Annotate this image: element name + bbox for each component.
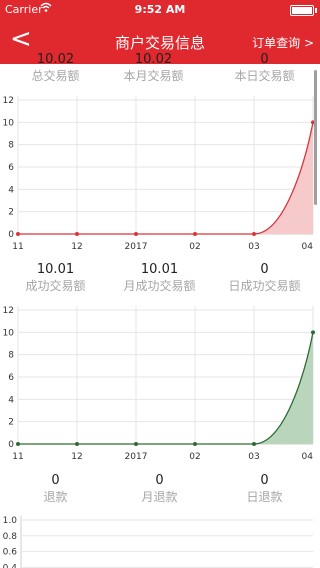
stat-label: 月退款	[141, 490, 178, 504]
stat-value: 10.01	[140, 262, 179, 277]
x-tick-label: 02	[189, 242, 200, 252]
stats-row-refund: 0 退款 0 月退款 0 日退款	[0, 473, 320, 513]
status-bar: Carrier 9:52 AM	[0, 0, 320, 20]
y-tick-label: 0.4	[3, 563, 18, 568]
y-tick-label: 4	[8, 395, 14, 405]
x-tick-label: 12	[71, 452, 82, 462]
stat-month-refund: 0 月退款	[106, 473, 213, 505]
y-tick-label: 2	[8, 418, 14, 428]
stat-label: 成功交易额	[25, 279, 86, 293]
stat-value: 10.01	[36, 262, 75, 277]
series-line	[18, 122, 314, 235]
stat-value: 0	[155, 473, 164, 488]
stat-day-success: 0 日成功交易额	[211, 262, 318, 294]
stat-value: 0	[51, 473, 60, 488]
series-area	[18, 332, 313, 444]
stat-label: 本日交易额	[234, 69, 295, 83]
x-tick-label: 2017	[125, 452, 148, 462]
data-point	[16, 442, 20, 446]
series-line	[18, 332, 314, 445]
data-point	[311, 330, 315, 335]
stat-label: 退款	[43, 490, 68, 504]
x-tick-label: 03	[248, 452, 259, 462]
y-tick-label: 2	[8, 208, 14, 218]
data-point	[252, 442, 256, 446]
stat-value: 0	[260, 473, 269, 488]
y-tick-label: 6	[8, 373, 14, 383]
stat-total: 10.02 总交易额	[2, 52, 109, 84]
data-point	[75, 232, 79, 236]
y-tick-label: 1.0	[3, 516, 18, 526]
y-tick-label: 8	[8, 141, 14, 151]
data-point	[193, 232, 197, 236]
y-tick-label: 0	[8, 440, 14, 450]
y-tick-label: 12	[3, 306, 14, 316]
stat-day: 0 本日交易额	[211, 52, 318, 84]
y-tick-label: 0.8	[3, 532, 18, 542]
y-tick-label: 12	[3, 96, 14, 106]
x-tick-label: 12	[71, 242, 82, 252]
stat-value: 10.02	[134, 52, 173, 67]
stats-row-total: 10.02 总交易额 10.02 本月交易额 0 本日交易额	[0, 52, 320, 92]
stat-value: 0	[260, 262, 269, 277]
stat-month: 10.02 本月交易额	[100, 52, 207, 84]
y-tick-label: 6	[8, 163, 14, 173]
x-tick-label: 03	[248, 242, 259, 252]
stat-month-success: 10.01 月成功交易额	[106, 262, 213, 294]
stat-value: 0	[260, 52, 269, 67]
x-tick-label: 11	[12, 242, 23, 252]
x-tick-label: 04	[302, 452, 314, 462]
data-point	[16, 232, 20, 236]
series-area	[18, 122, 313, 234]
data-point	[75, 442, 79, 446]
order-query-label: 订单查询	[252, 36, 301, 50]
x-tick-label: 11	[12, 452, 23, 462]
status-time: 9:52 AM	[134, 3, 186, 16]
stat-day-refund: 0 日退款	[211, 473, 318, 505]
chart-total: 02468101211 12 2017 02 03 04	[3, 96, 315, 252]
order-query-button[interactable]: 订单查询 >	[252, 34, 314, 51]
stat-label: 月成功交易额	[123, 279, 196, 293]
x-tick-label: 04	[302, 242, 314, 252]
y-tick-label: 4	[8, 185, 14, 195]
stat-label: 日成功交易额	[228, 279, 301, 293]
y-tick-label: 10	[3, 328, 15, 338]
stat-label: 日退款	[246, 490, 283, 504]
data-point	[134, 232, 138, 236]
x-tick-label: 02	[189, 452, 200, 462]
stat-refund: 0 退款	[2, 473, 109, 505]
x-tick-label: 2017	[125, 242, 148, 252]
y-tick-label: 10	[3, 118, 15, 128]
data-point	[193, 442, 197, 446]
chart-success: 02468101211 12 2017 02 03 04	[3, 306, 315, 462]
battery-icon	[290, 5, 317, 16]
stat-label: 本月交易额	[123, 69, 184, 83]
stats-row-success: 10.01 成功交易额 10.01 月成功交易额 0 日成功交易额	[0, 262, 320, 302]
y-tick-label: 8	[8, 351, 14, 361]
chart-refund: 0.20.40.60.81.0	[3, 516, 313, 568]
stat-success: 10.01 成功交易额	[2, 262, 109, 294]
stat-label: 总交易额	[31, 69, 80, 83]
data-point	[252, 232, 256, 236]
stat-value: 10.02	[36, 52, 75, 67]
y-tick-label: 0	[8, 230, 14, 240]
chevron-right-icon: >	[303, 36, 314, 50]
y-tick-label: 0.6	[3, 548, 18, 558]
scrollbar[interactable]	[314, 70, 317, 205]
data-point	[134, 442, 138, 446]
